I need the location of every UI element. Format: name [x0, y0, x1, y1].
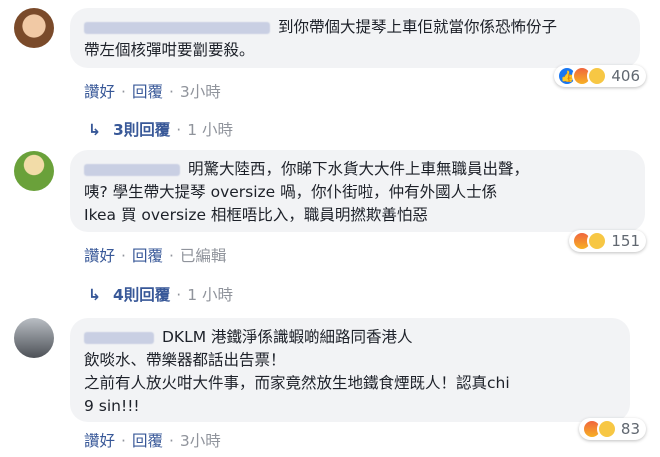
comment-line: 到你帶個大提琴上車佢就當你係恐怖份子 [84, 16, 626, 39]
comment-text: 9 sin!!! [84, 397, 140, 415]
avatar[interactable] [14, 318, 54, 358]
replies-time: 1 小時 [187, 286, 234, 304]
comment-actions: 讚好 · 回覆 · 已編輯 [84, 244, 226, 266]
comment-text: 飲啖水、帶樂器都話出告票！ [84, 351, 286, 369]
comment-text: 咦? 學生帶大提琴 oversize 喎，你仆街啦，仲有外國人士係 [84, 183, 498, 201]
sad-icon [587, 231, 608, 251]
sad-icon [587, 66, 608, 86]
separator: · [121, 247, 126, 265]
comment-actions: 讚好 · 回覆 · 3小時 [84, 80, 221, 102]
reaction-count: 151 [611, 232, 640, 250]
timestamp[interactable]: 3小時 [180, 83, 221, 101]
edited-label[interactable]: 已編輯 [180, 247, 227, 265]
comment-bubble: DKLM 港鐵淨係識蝦啲細路同香港人 飲啖水、帶樂器都話出告票！ 之前有人放火咁… [70, 318, 630, 422]
separator: · [168, 432, 174, 450]
avatar[interactable] [14, 151, 54, 191]
like-button[interactable]: 讚好 [84, 432, 115, 450]
comment-text: 帶左個核彈咁要劏要殺。 [84, 41, 255, 59]
comment-line: DKLM 港鐵淨係識蝦啲細路同香港人 [84, 326, 616, 349]
author-name-redacted[interactable] [84, 158, 188, 181]
view-replies[interactable]: ↳ 4則回覆 · 1 小時 [88, 283, 233, 305]
reaction-count: 406 [611, 67, 640, 85]
replies-count-link[interactable]: 4則回覆 [113, 286, 170, 304]
reply-arrow-icon: ↳ [88, 286, 101, 304]
separator: · [176, 121, 182, 139]
replies-time: 1 小時 [187, 121, 234, 139]
separator: · [176, 286, 182, 304]
like-button[interactable]: 讚好 [84, 247, 115, 265]
reply-button[interactable]: 回覆 [132, 247, 163, 265]
comment-text: 到你帶個大提琴上車佢就當你係恐怖份子 [278, 18, 558, 36]
like-button[interactable]: 讚好 [84, 83, 115, 101]
author-name-redacted[interactable] [84, 326, 162, 349]
reaction-count: 83 [620, 420, 640, 438]
avatar[interactable] [14, 8, 54, 48]
reply-button[interactable]: 回覆 [132, 432, 163, 450]
timestamp[interactable]: 3小時 [180, 432, 221, 450]
comment-text: Ikea 買 oversize 相框唔比入，職員明撚欺善怕惡 [84, 206, 428, 224]
view-replies[interactable]: ↳ 3則回覆 · 1 小時 [88, 118, 233, 140]
separator: · [121, 432, 126, 450]
comment-line: 明驚大陸西，你睇下水貨大大件上車無職員出聲， [84, 158, 631, 181]
comment-bubble: 到你帶個大提琴上車佢就當你係恐怖份子 帶左個核彈咁要劏要殺。 [70, 8, 640, 68]
replies-count-link[interactable]: 3則回覆 [113, 121, 170, 139]
comment-bubble: 明驚大陸西，你睇下水貨大大件上車無職員出聲， 咦? 學生帶大提琴 oversiz… [70, 150, 645, 232]
reply-arrow-icon: ↳ [88, 121, 101, 139]
comment-actions: 讚好 · 回覆 · 3小時 [84, 429, 221, 451]
reply-button[interactable]: 回覆 [132, 83, 163, 101]
comment-text: 明驚大陸西，你睇下水貨大大件上車無職員出聲， [188, 160, 530, 178]
reactions-summary[interactable]: 👍 406 [554, 65, 646, 87]
reactions-summary[interactable]: 151 [569, 230, 646, 252]
separator: · [168, 83, 174, 101]
comment-text: DKLM 港鐵淨係識蝦啲細路同香港人 [162, 328, 413, 346]
separator: · [168, 247, 174, 265]
author-name-redacted[interactable] [84, 16, 278, 39]
reactions-summary[interactable]: 83 [578, 418, 646, 440]
comment-text: 之前有人放火咁大件事，而家竟然放生地鐵食煙既人！認真chi [84, 374, 510, 392]
sad-icon [596, 419, 617, 439]
separator: · [121, 83, 126, 101]
